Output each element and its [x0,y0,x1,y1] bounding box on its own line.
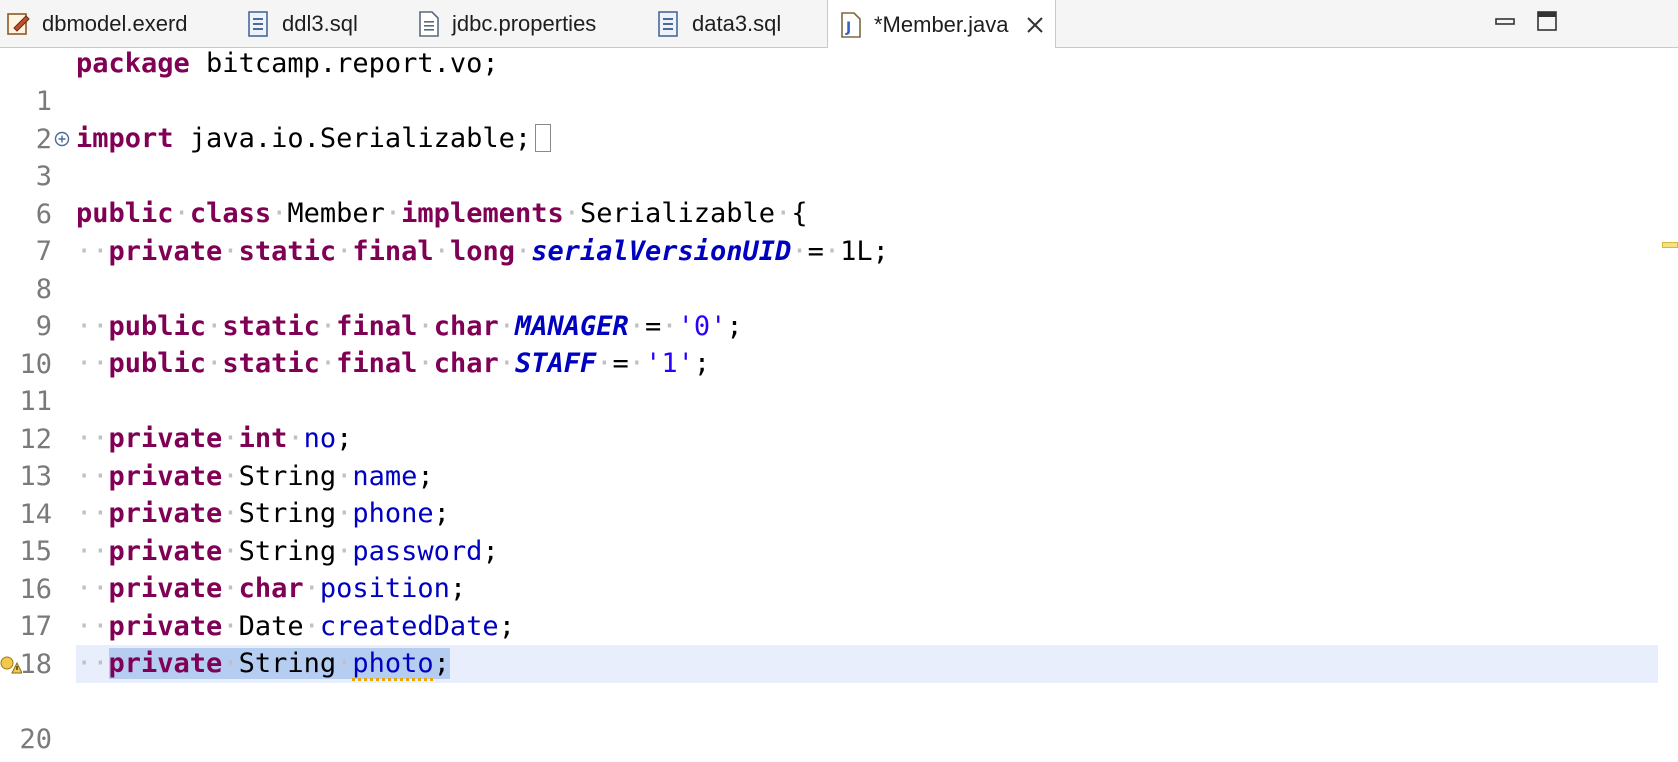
tab-label: data3.sql [692,11,782,36]
code-text: ··private·int·no; [76,423,353,454]
folded-code-indicator[interactable] [535,123,552,152]
code-line: 8 ··private·static·final·long·serialVers… [0,233,1678,305]
code-text: import java.io.Serializable; [76,120,552,158]
code-text: ··private·String·password; [76,536,499,567]
java-file-icon: J [841,11,861,38]
code-line: 6 [0,158,1678,230]
sql-file-icon [248,11,268,37]
code-line: 16 ··private·String·password; [0,533,1678,605]
tab-label: dbmodel.exerd [42,11,188,36]
code-line: 17 ··private·char·position; [0,570,1678,642]
sql-file-icon [658,11,678,37]
tab-jdbc-properties[interactable]: jdbc.properties [416,0,596,48]
code-text: ··private·char·position; [76,573,467,604]
code-text: ··private·String·name; [76,461,434,492]
code-line: 2 [0,83,1678,155]
erd-file-icon [7,13,30,35]
code-line: 1 package bitcamp.report.vo; [0,45,1678,117]
code-text: ··public·static·final·char·STAFF·=·'1'; [76,348,711,379]
code-line: 20 [0,683,1678,755]
maximize-icon[interactable] [1536,10,1558,32]
java-code-editor[interactable]: 1 package bitcamp.report.vo; 2 3 import … [0,48,1678,762]
tab-label: jdbc.properties [452,11,597,36]
expand-fold-icon[interactable] [54,131,70,147]
tab-member-java[interactable]: J *Member.java [827,0,1056,49]
tab-data3-sql[interactable]: data3.sql [656,0,781,48]
code-line: 13 ··private·int·no; [0,420,1678,492]
code-line: 12 [0,383,1678,455]
code-line: 15 ··private·String·phone; [0,495,1678,567]
svg-text:J: J [845,20,851,36]
code-line: 18 ··private·Date·createdDate; [0,608,1678,680]
properties-file-icon [419,11,439,37]
code-text: ··private·String·phone; [76,498,450,529]
code-text: ··private·Date·createdDate; [76,611,515,642]
tab-ddl3-sql[interactable]: ddl3.sql [246,0,358,48]
unused-field-warning: photo [352,648,434,679]
tab-dbmodel-exerd[interactable]: dbmodel.exerd [6,0,188,48]
code-text: ··private·String·photo; [76,648,450,679]
code-line: 10 ··public·static·final·char·MANAGER·=·… [0,308,1678,380]
code-line: 14 ··private·String·name; [0,458,1678,530]
code-line: 9 [0,270,1678,342]
close-icon[interactable] [1025,15,1045,35]
code-text: public·class·Member·implements·Serializa… [76,198,808,229]
minimize-icon[interactable] [1494,10,1516,32]
warning-icon[interactable] [0,653,22,675]
code-text: ··public·static·final·char·MANAGER·=·'0'… [76,311,743,342]
code-text: package bitcamp.report.vo; [76,48,499,79]
code-line: 7 public·class·Member·implements·Seriali… [0,195,1678,267]
editor-tab-bar: dbmodel.exerd ddl3.sql jdbc.properties d… [0,0,1678,49]
overview-ruler-warning-marker[interactable] [1662,242,1678,248]
code-line: 3 import java.io.Serializable; [0,120,1678,192]
code-text: ··private·static·final·long·serialVersio… [76,236,889,267]
tab-label: *Member.java [874,11,1009,37]
code-line: 11 ··public·static·final·char·STAFF·=·'1… [0,345,1678,417]
code-line-current: 19 ··private·String·photo; [0,645,1678,683]
line-number: 20 [19,724,52,755]
tab-label: ddl3.sql [282,11,358,36]
